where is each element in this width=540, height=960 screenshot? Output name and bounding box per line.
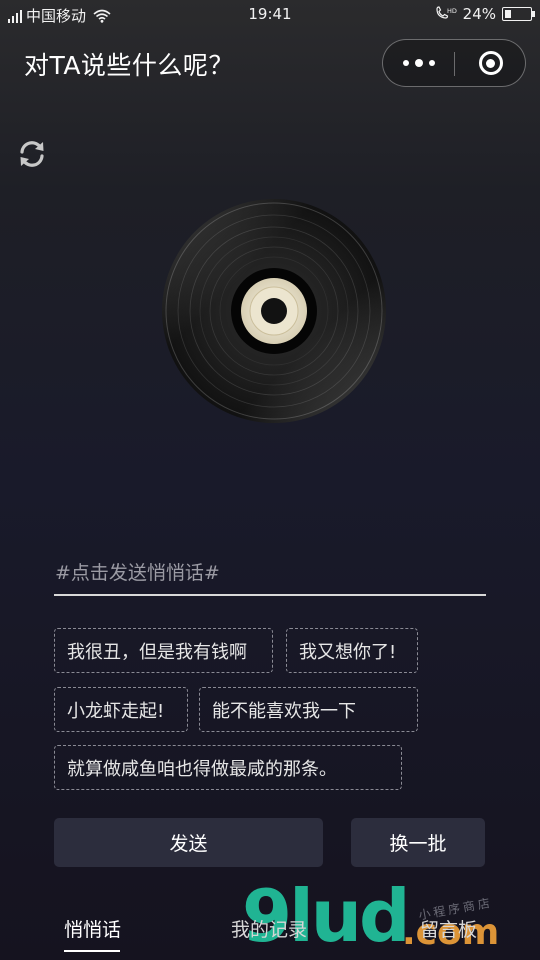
battery-percent: 24%: [462, 5, 496, 23]
suggestion-chip[interactable]: 我很丑，但是我有钱啊: [54, 628, 273, 673]
menu-capsule: [382, 39, 526, 87]
tab-my-records[interactable]: 我的记录: [231, 915, 307, 942]
battery-icon: [502, 7, 535, 21]
call-hd-label: HD: [447, 7, 457, 15]
status-right: HD 24%: [435, 5, 535, 23]
more-button[interactable]: [383, 40, 454, 86]
battery-fill: [505, 10, 511, 18]
tab-whisper[interactable]: 悄悄话: [64, 915, 121, 942]
active-tab-indicator: [64, 950, 120, 952]
signal-icon: [8, 9, 22, 23]
suggestion-chip[interactable]: 就算做咸鱼咱也得做最咸的那条。: [54, 745, 402, 790]
shuffle-button[interactable]: 换一批: [351, 818, 485, 867]
wifi-icon: [93, 9, 111, 23]
send-button[interactable]: 发送: [54, 818, 323, 867]
close-target-icon: [478, 51, 503, 75]
suggestion-chip[interactable]: 能不能喜欢我一下: [199, 687, 418, 732]
vinyl-record-icon[interactable]: [161, 198, 387, 424]
status-left: 中国移动: [8, 5, 111, 26]
refresh-icon[interactable]: [16, 138, 48, 170]
tab-message-board[interactable]: 留言板: [420, 915, 477, 942]
whisper-input[interactable]: [54, 556, 486, 596]
more-dots-icon: [402, 59, 435, 67]
status-bar: 中国移动 19:41 HD 24%: [0, 0, 540, 30]
suggestion-chip[interactable]: 我又想你了!: [286, 628, 418, 673]
suggestion-chip[interactable]: 小龙虾走起!: [54, 687, 188, 732]
call-hd-icon: HD: [436, 6, 457, 19]
page-title: 对TA说些什么呢？: [24, 51, 234, 80]
carrier-label: 中国移动: [26, 7, 87, 25]
close-button[interactable]: [455, 40, 526, 86]
